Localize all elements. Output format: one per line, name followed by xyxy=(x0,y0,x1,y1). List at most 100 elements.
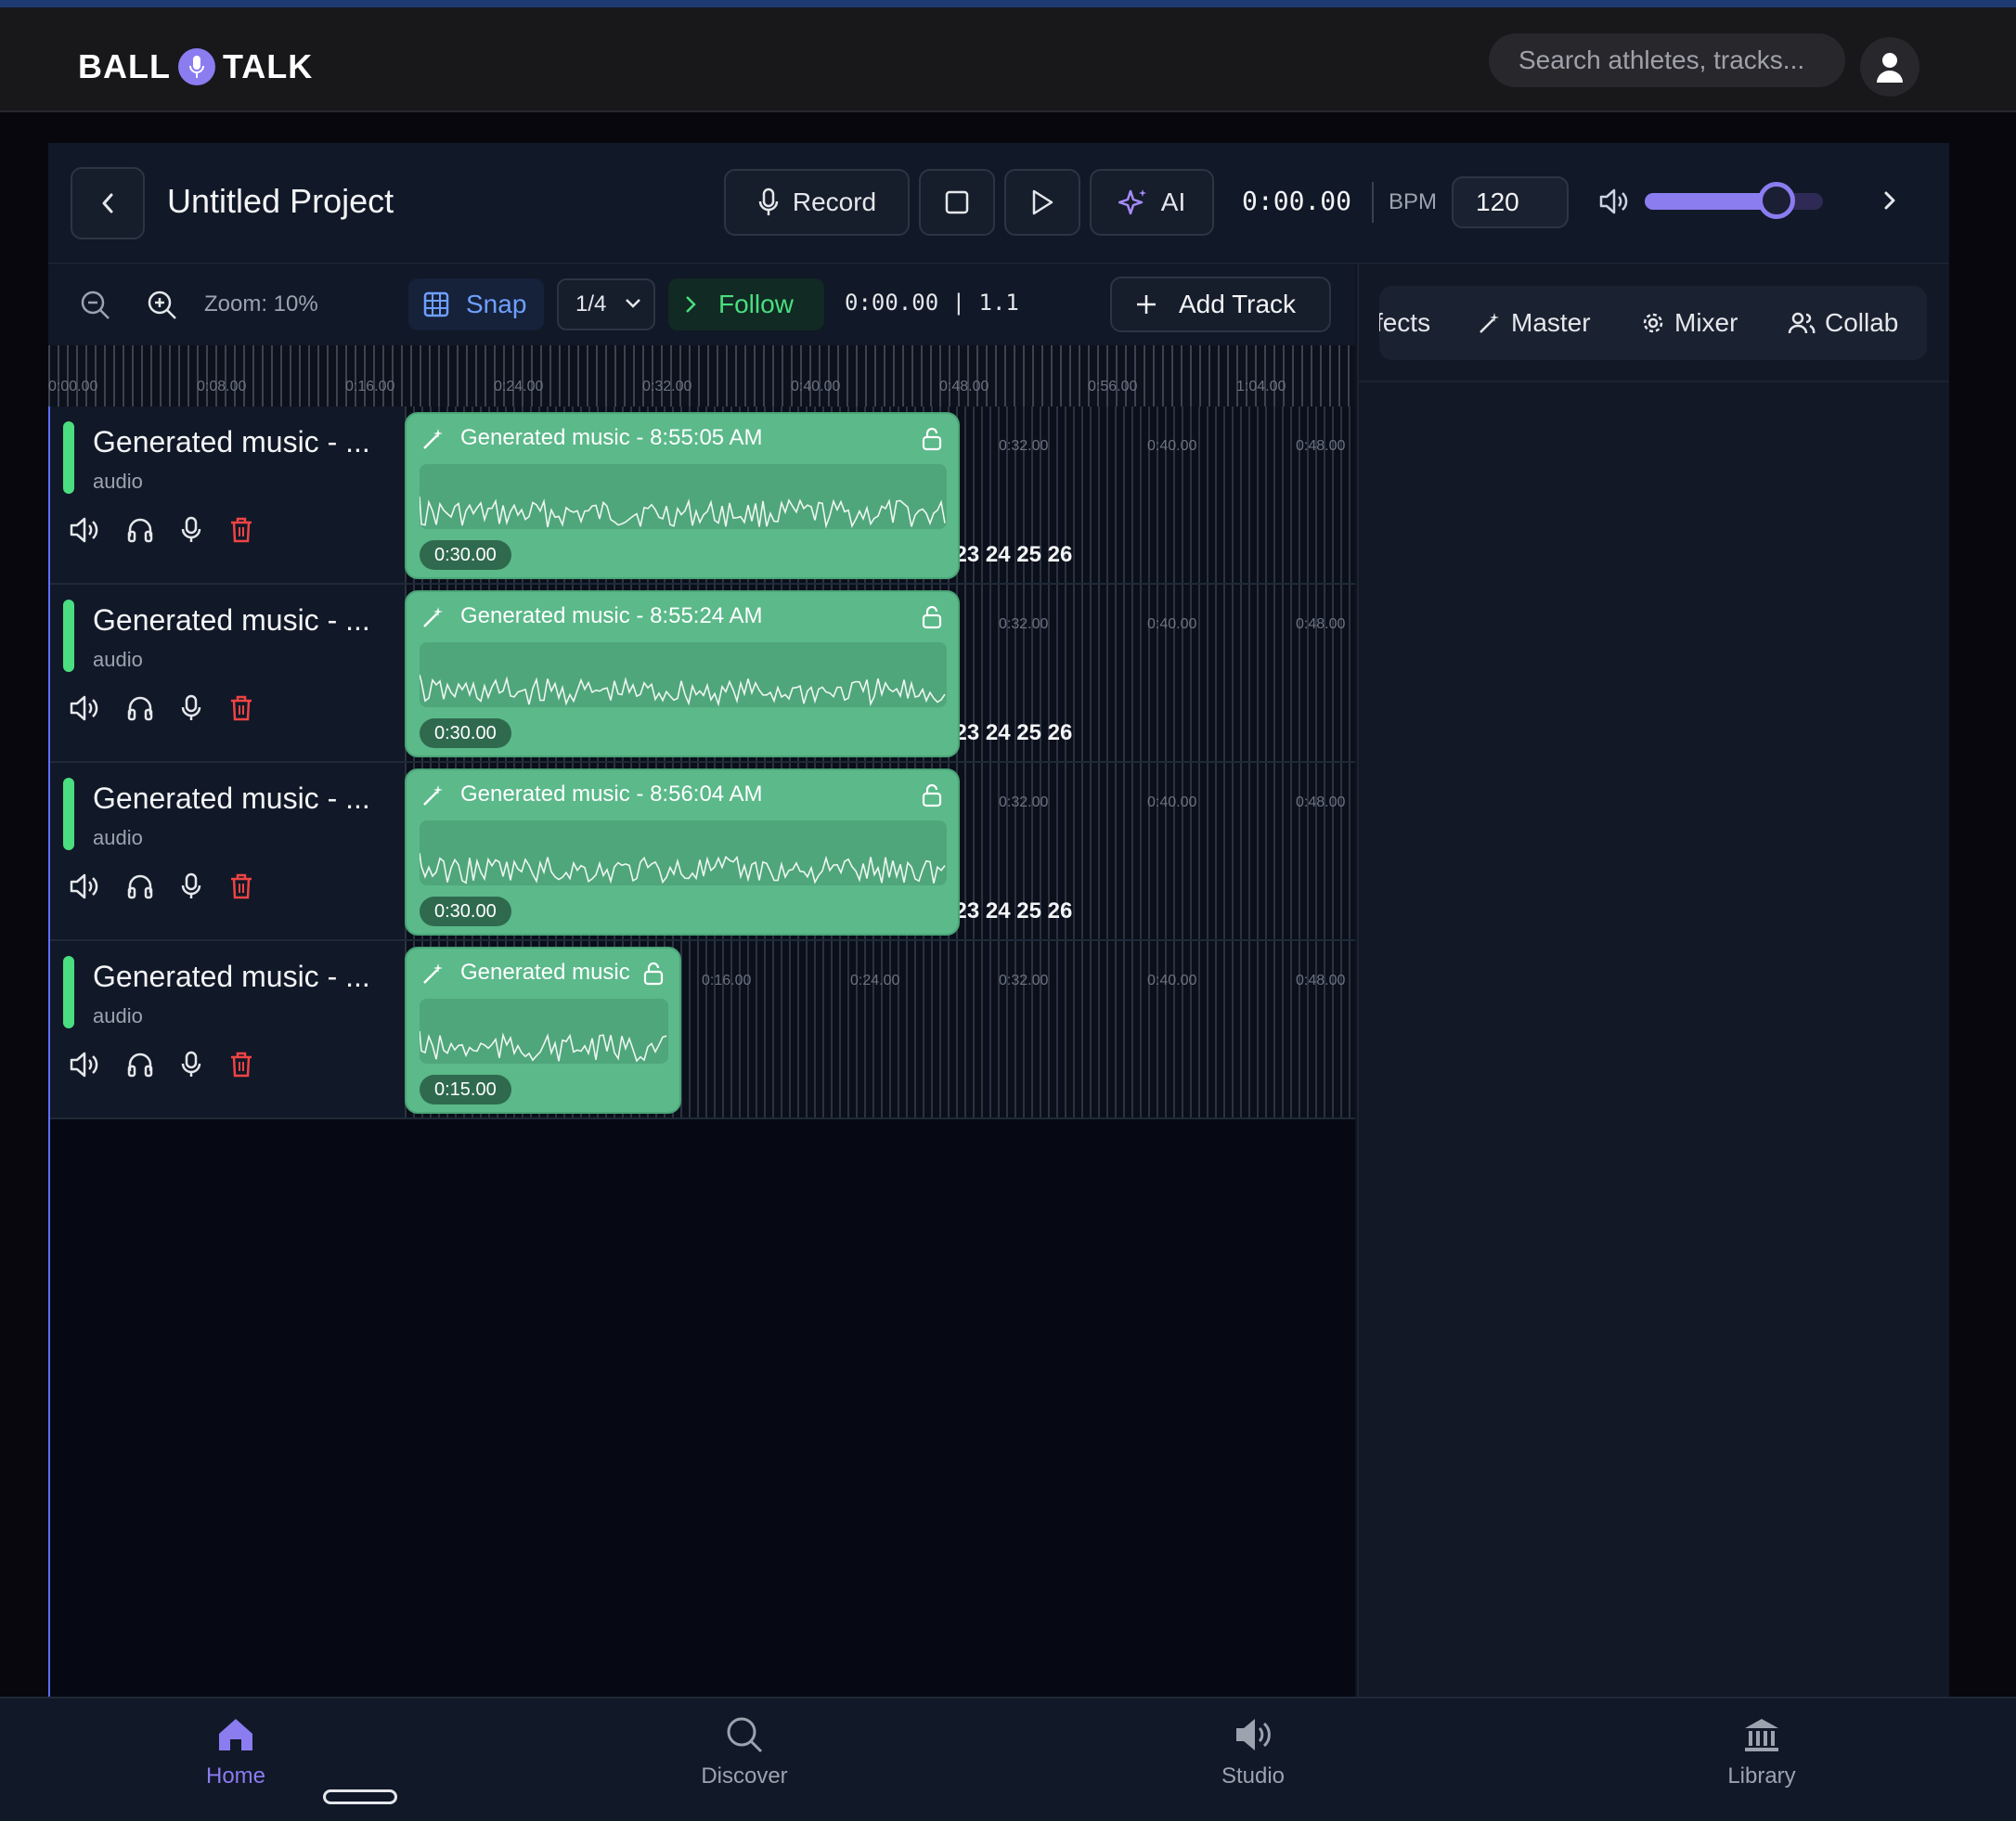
lane-divider xyxy=(405,939,1355,941)
tab-mixer[interactable]: Mixer xyxy=(1641,286,1738,360)
ruler-tick-label: 0:00.00 xyxy=(48,379,98,394)
tab-effects-label: Effects xyxy=(1379,308,1431,337)
track-color-bar xyxy=(63,956,74,1028)
lane-tick-label: 0:32.00 xyxy=(999,438,1049,454)
unlock-icon[interactable] xyxy=(921,605,943,629)
volume-slider[interactable] xyxy=(1645,182,1823,219)
nav-home[interactable]: Home xyxy=(143,1715,329,1789)
user-avatar-button[interactable] xyxy=(1860,37,1919,97)
volume-slider-knob[interactable] xyxy=(1758,182,1796,219)
unlock-icon[interactable] xyxy=(921,783,943,807)
delete-track-icon[interactable] xyxy=(228,516,254,544)
record-arm-mic-icon[interactable] xyxy=(180,694,202,722)
lane-tick-label: 0:48.00 xyxy=(1296,616,1346,632)
record-label: Record xyxy=(792,187,877,216)
stop-button[interactable] xyxy=(919,169,995,236)
tab-master[interactable]: Master xyxy=(1478,286,1591,360)
audio-clip[interactable]: Generated music - 8:56:04 AM 0:30.00 xyxy=(405,768,960,936)
tab-collab[interactable]: Collab xyxy=(1788,286,1898,360)
track-header[interactable]: Generated music - ... audio xyxy=(48,585,405,763)
solo-headphones-icon[interactable] xyxy=(126,1051,154,1078)
expand-panel-button[interactable] xyxy=(1875,186,1905,215)
nav-label: Home xyxy=(205,1763,266,1789)
volume-icon[interactable] xyxy=(1598,187,1630,215)
track-header[interactable]: Generated music - ... audio xyxy=(48,763,405,941)
delete-track-icon[interactable] xyxy=(228,1051,254,1078)
search-input[interactable]: Search athletes, tracks... xyxy=(1489,33,1845,87)
lane-tick-label: 0:40.00 xyxy=(1147,438,1197,454)
track-header[interactable]: Generated music - ... audio xyxy=(48,941,405,1119)
clip-title: Generated music xyxy=(460,960,630,985)
bpm-input[interactable]: 120 xyxy=(1452,176,1569,228)
chevron-right-icon xyxy=(1884,191,1895,210)
record-arm-mic-icon[interactable] xyxy=(180,1051,202,1078)
home-icon xyxy=(215,1715,256,1754)
audio-clip[interactable]: Generated music - 8:55:24 AM 0:30.00 xyxy=(405,590,960,757)
ai-label: AI xyxy=(1160,187,1186,216)
bpm-label: BPM xyxy=(1389,189,1438,214)
play-button[interactable] xyxy=(1004,169,1080,236)
tab-effects[interactable]: Effects xyxy=(1379,286,1430,360)
delete-track-icon[interactable] xyxy=(228,694,254,722)
project-title[interactable]: Untitled Project xyxy=(167,182,394,221)
track-header[interactable]: Generated music - ... audio xyxy=(48,407,405,585)
audio-clip[interactable]: Generated music 0:15.00 xyxy=(405,947,681,1114)
track-name[interactable]: Generated music - ... xyxy=(93,425,370,459)
unlock-icon[interactable] xyxy=(921,427,943,451)
lane-tick-label: 0:40.00 xyxy=(1147,616,1197,632)
track-lanes[interactable]: 0:32.000:40.000:48.001 2 3 4 5 6 7 8 9 1… xyxy=(405,407,1355,1119)
clip-duration: 0:30.00 xyxy=(420,718,511,748)
lane-divider xyxy=(405,761,1355,763)
mute-toggle-icon[interactable] xyxy=(69,694,100,722)
zoom-out-icon xyxy=(81,291,110,319)
tab-master-label: Master xyxy=(1511,308,1591,337)
add-track-button[interactable]: Add Track xyxy=(1110,277,1331,332)
chevron-right-icon xyxy=(686,296,696,313)
ai-button[interactable]: AI xyxy=(1090,169,1214,236)
clip-duration: 0:15.00 xyxy=(420,1075,511,1104)
delete-track-icon[interactable] xyxy=(228,872,254,900)
back-button[interactable] xyxy=(71,167,145,239)
zoom-in-button[interactable] xyxy=(147,290,178,321)
mute-toggle-icon[interactable] xyxy=(69,1051,100,1078)
zoom-out-button[interactable] xyxy=(80,290,111,321)
playhead[interactable] xyxy=(48,407,50,1808)
grid-select[interactable]: 1/4 xyxy=(557,278,655,330)
ai-generated-icon xyxy=(421,427,446,451)
grid-select-value: 1/4 xyxy=(575,291,607,316)
track-name[interactable]: Generated music - ... xyxy=(93,781,370,816)
waveform xyxy=(420,820,947,885)
track-type: audio xyxy=(93,648,143,671)
snap-toggle[interactable]: Snap xyxy=(408,278,544,330)
nav-label: Studio xyxy=(1221,1763,1286,1789)
gear-icon xyxy=(1643,313,1663,333)
nav-library[interactable]: Library xyxy=(1669,1715,1854,1789)
timeline-ruler[interactable]: 0:00.00 0:08.00 0:16.00 0:24.00 0:32.00 0:40.… xyxy=(48,345,1355,407)
bottom-nav: Home Discover Studio Library xyxy=(0,1697,2016,1821)
record-arm-mic-icon[interactable] xyxy=(180,872,202,900)
unlock-icon[interactable] xyxy=(642,962,665,986)
follow-toggle[interactable]: Follow xyxy=(668,278,824,330)
mute-toggle-icon[interactable] xyxy=(69,872,100,900)
solo-headphones-icon[interactable] xyxy=(126,694,154,722)
nav-label: Discover xyxy=(701,1763,788,1789)
lane-tick-label: 0:48.00 xyxy=(1296,973,1346,988)
record-arm-mic-icon[interactable] xyxy=(180,516,202,544)
add-track-label: Add Track xyxy=(1179,290,1297,318)
nav-studio[interactable]: Studio xyxy=(1160,1715,1346,1789)
logo[interactable]: BALL TALK xyxy=(78,41,313,93)
snap-label: Snap xyxy=(466,290,527,318)
record-button[interactable]: Record xyxy=(724,169,910,236)
solo-headphones-icon[interactable] xyxy=(126,516,154,544)
lane-tick-label: 0:48.00 xyxy=(1296,438,1346,454)
audio-clip[interactable]: Generated music - 8:55:05 AM 0:30.00 xyxy=(405,412,960,579)
mute-toggle-icon[interactable] xyxy=(69,516,100,544)
track-type: audio xyxy=(93,470,143,493)
play-icon xyxy=(1032,189,1053,215)
track-name[interactable]: Generated music - ... xyxy=(93,603,370,638)
ruler-tick-label: 0:32.00 xyxy=(642,379,692,394)
sparkle-icon xyxy=(1118,189,1146,215)
nav-discover[interactable]: Discover xyxy=(652,1715,837,1789)
track-name[interactable]: Generated music - ... xyxy=(93,960,370,994)
solo-headphones-icon[interactable] xyxy=(126,872,154,900)
